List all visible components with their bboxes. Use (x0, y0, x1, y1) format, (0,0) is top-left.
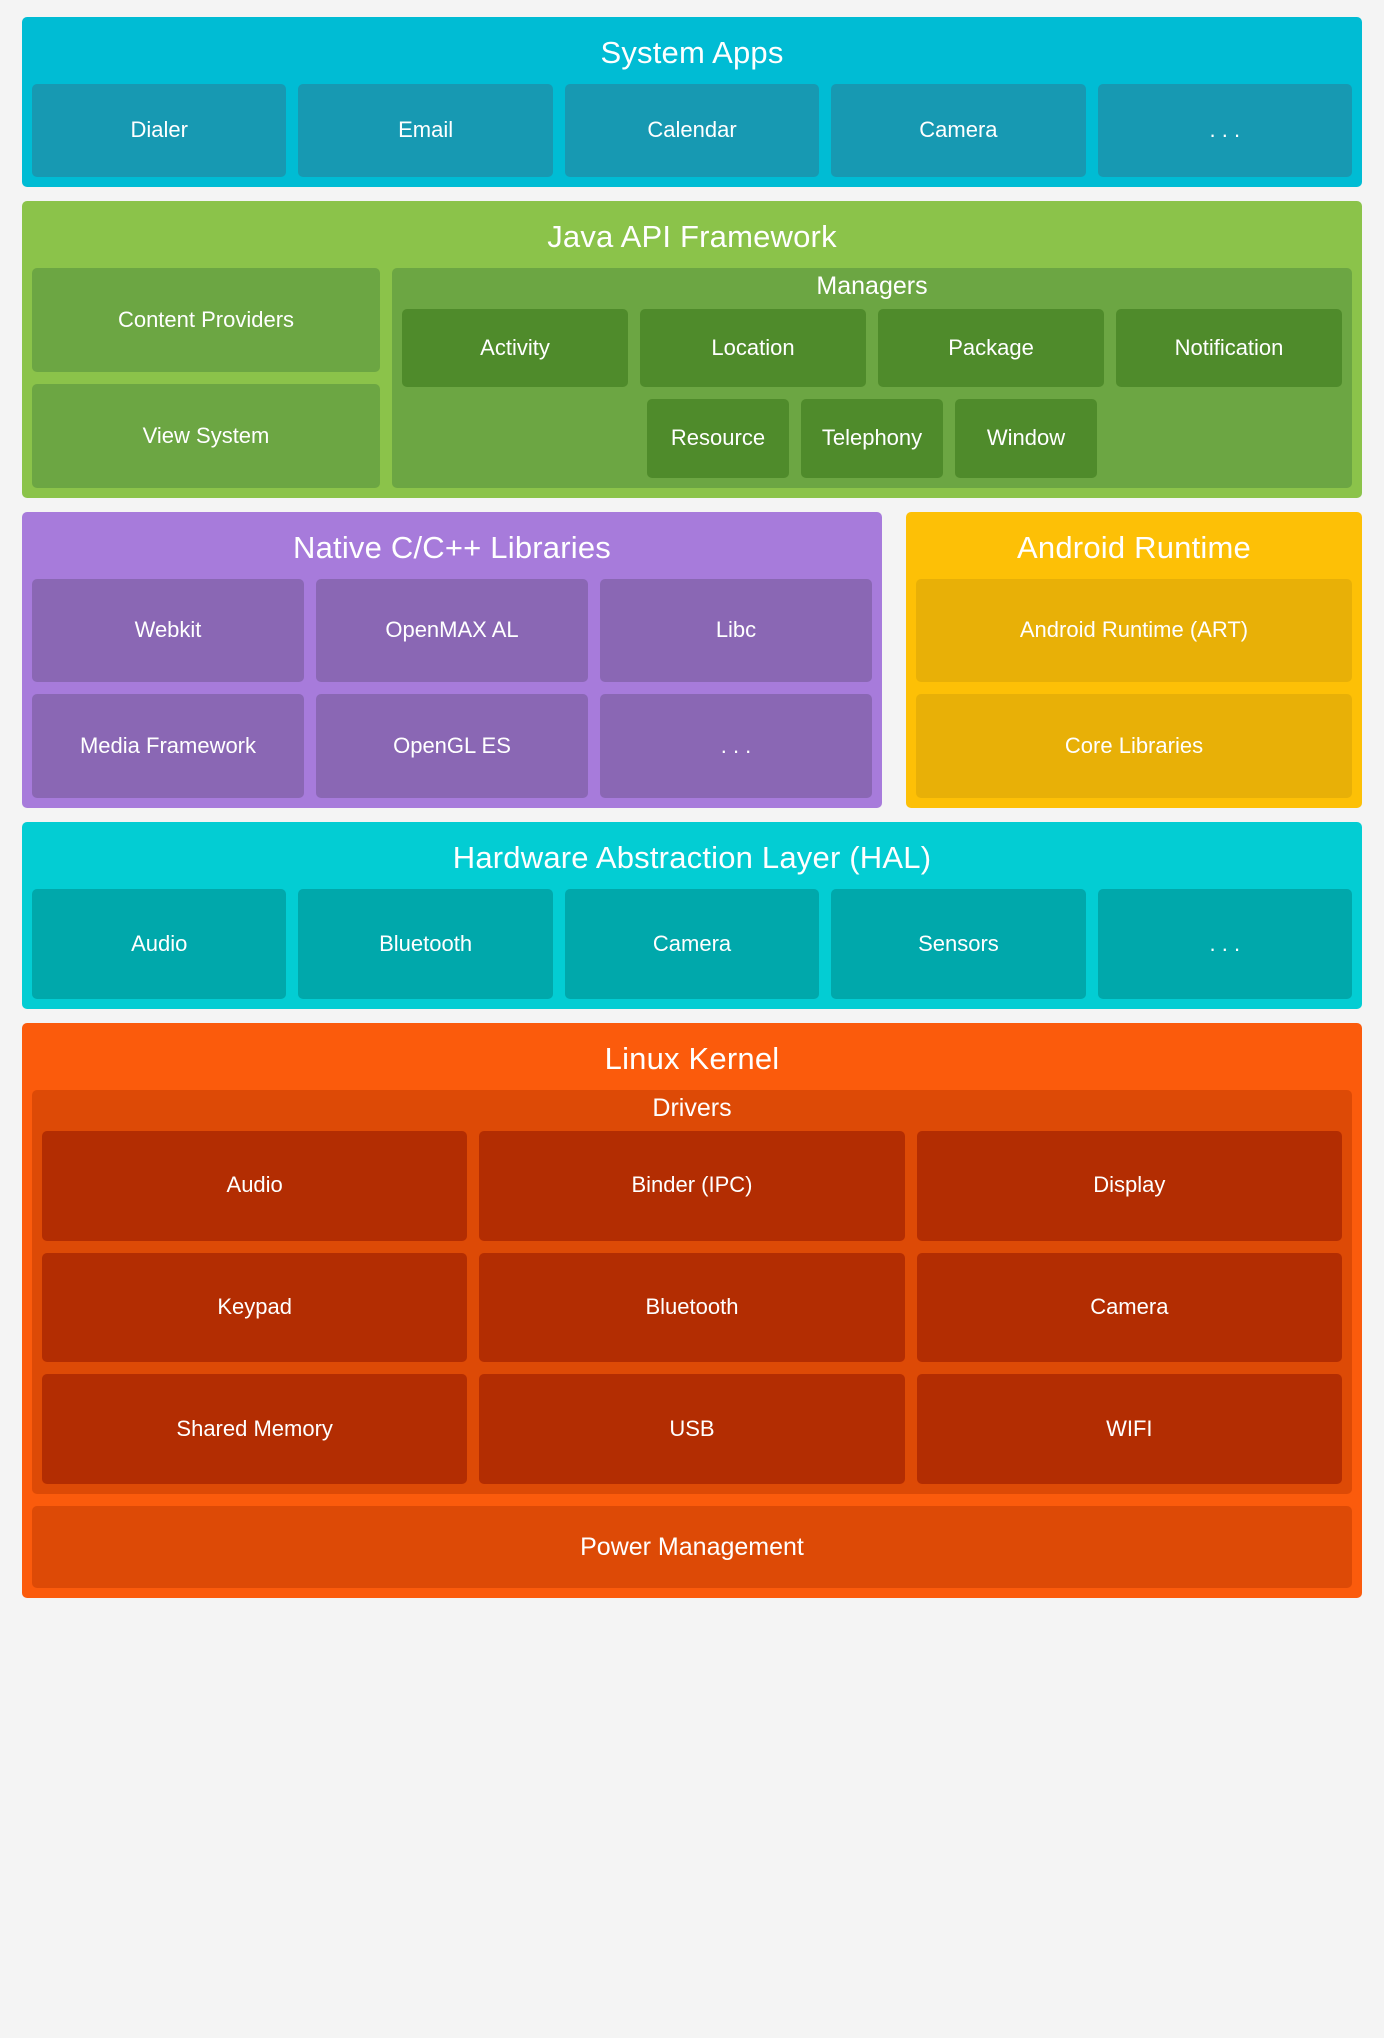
native-openmax-al[interactable]: OpenMAX AL (316, 578, 588, 683)
driver-camera[interactable]: Camera (916, 1252, 1342, 1363)
app-camera[interactable]: Camera (831, 83, 1086, 177)
app-calendar[interactable]: Calendar (564, 83, 820, 177)
app-dialer[interactable]: Dialer (32, 83, 287, 177)
android-runtime-title: Android Runtime (1017, 530, 1251, 565)
managers-row-2: Resource Telephony Window (402, 399, 1342, 478)
driver-bluetooth[interactable]: Bluetooth (479, 1252, 905, 1363)
native-opengl-es[interactable]: OpenGL ES (316, 694, 588, 798)
layer-native-libraries: Native C/C++ Libraries Webkit OpenMAX AL… (22, 512, 882, 808)
power-management-block[interactable]: Power Management (32, 1506, 1352, 1588)
layer-linux-kernel: Linux Kernel Drivers Audio Binder (IPC) … (22, 1023, 1362, 1598)
managers-row-1: Activity Location Package Notification (402, 308, 1342, 388)
framework-left-column: Content Providers View System (32, 267, 380, 488)
driver-binder-ipc[interactable]: Binder (IPC) (479, 1130, 905, 1241)
manager-window[interactable]: Window (955, 399, 1097, 478)
linux-kernel-title: Linux Kernel (604, 1041, 780, 1076)
system-apps-row: Dialer Email Calendar Camera . . . (32, 83, 1353, 177)
layer-java-api-framework: Java API Framework Content Providers Vie… (22, 201, 1362, 498)
layer-android-runtime: Android Runtime Android Runtime (ART) Co… (906, 512, 1362, 808)
native-libraries-grid: Webkit OpenMAX AL Libc Media Framework O… (32, 578, 872, 798)
driver-display[interactable]: Display (916, 1130, 1342, 1241)
hal-more[interactable]: . . . (1097, 888, 1353, 999)
hal-row: Audio Bluetooth Camera Sensors . . . (32, 888, 1353, 999)
hal-camera[interactable]: Camera (564, 888, 820, 999)
drivers-panel: Drivers Audio Binder (IPC) Display Keypa… (32, 1089, 1352, 1494)
manager-telephony[interactable]: Telephony (801, 399, 943, 478)
hal-title: Hardware Abstraction Layer (HAL) (452, 840, 932, 875)
hal-sensors[interactable]: Sensors (831, 888, 1086, 999)
middle-row: Native C/C++ Libraries Webkit OpenMAX AL… (22, 512, 1362, 808)
app-more[interactable]: . . . (1097, 83, 1353, 177)
manager-package[interactable]: Package (878, 308, 1104, 388)
drivers-rows: Audio Binder (IPC) Display Keypad Blueto… (42, 1130, 1342, 1484)
hal-audio[interactable]: Audio (32, 888, 287, 999)
framework-view-system[interactable]: View System (32, 383, 380, 488)
native-more[interactable]: . . . (600, 694, 872, 798)
manager-notification[interactable]: Notification (1116, 308, 1342, 388)
drivers-title: Drivers (652, 1093, 732, 1122)
android-architecture-diagram: System Apps Dialer Email Calendar Camera… (0, 0, 1384, 2038)
runtime-art[interactable]: Android Runtime (ART) (916, 578, 1352, 683)
native-libraries-row-1: Webkit OpenMAX AL Libc (32, 578, 872, 683)
driver-wifi[interactable]: WIFI (916, 1374, 1342, 1484)
manager-location[interactable]: Location (640, 308, 866, 388)
managers-title: Managers (816, 271, 928, 300)
app-email[interactable]: Email (298, 83, 553, 177)
framework-body: Content Providers View System Managers A… (32, 267, 1352, 488)
manager-activity[interactable]: Activity (402, 308, 628, 388)
driver-usb[interactable]: USB (479, 1374, 905, 1484)
driver-shared-memory[interactable]: Shared Memory (42, 1374, 468, 1484)
managers-panel: Managers Activity Location Package Notif… (392, 267, 1352, 488)
native-libc[interactable]: Libc (600, 578, 872, 683)
driver-keypad[interactable]: Keypad (42, 1252, 468, 1363)
native-media-framework[interactable]: Media Framework (32, 694, 304, 798)
system-apps-title: System Apps (600, 35, 784, 70)
android-runtime-stack: Android Runtime (ART) Core Libraries (916, 578, 1352, 798)
driver-audio[interactable]: Audio (42, 1130, 468, 1241)
drivers-row-1: Audio Binder (IPC) Display (42, 1130, 1342, 1241)
java-api-framework-title: Java API Framework (547, 219, 837, 254)
drivers-row-3: Shared Memory USB WIFI (42, 1374, 1342, 1484)
native-webkit[interactable]: Webkit (32, 578, 304, 683)
runtime-core-libraries[interactable]: Core Libraries (916, 694, 1352, 798)
manager-resource[interactable]: Resource (647, 399, 789, 478)
drivers-row-2: Keypad Bluetooth Camera (42, 1252, 1342, 1363)
layer-hal: Hardware Abstraction Layer (HAL) Audio B… (22, 822, 1362, 1009)
hal-bluetooth[interactable]: Bluetooth (298, 888, 553, 999)
managers-rows: Activity Location Package Notification R… (402, 308, 1342, 478)
native-libraries-title: Native C/C++ Libraries (293, 530, 611, 565)
layer-system-apps: System Apps Dialer Email Calendar Camera… (22, 17, 1362, 187)
framework-content-providers[interactable]: Content Providers (32, 267, 380, 372)
native-libraries-row-2: Media Framework OpenGL ES . . . (32, 694, 872, 798)
